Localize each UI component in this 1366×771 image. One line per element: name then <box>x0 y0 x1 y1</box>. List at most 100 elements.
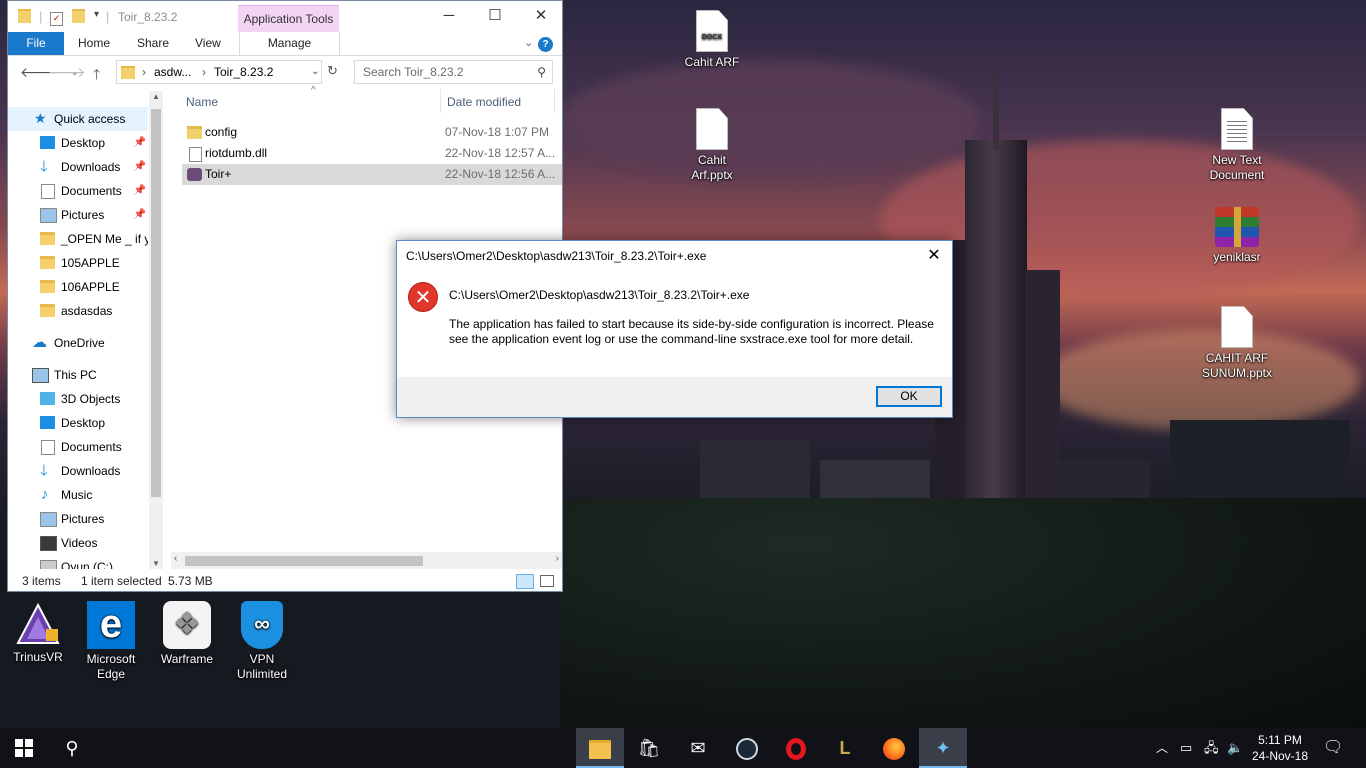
desktop-icon-cahit-arf-pptx[interactable]: Cahit Arf.pptx <box>674 108 750 183</box>
taskbar-toir[interactable]: ✦ <box>919 728 967 768</box>
pin-icon[interactable]: 📌 <box>134 155 146 179</box>
address-dropdown-chevron-icon[interactable]: ⌄ <box>311 61 319 83</box>
nav-item-pc-desktop[interactable]: Desktop <box>8 411 148 435</box>
recent-locations-chevron-icon[interactable]: ⌄ <box>71 67 79 78</box>
taskbar-steam[interactable] <box>723 728 771 768</box>
nav-item-videos[interactable]: Videos <box>8 531 148 555</box>
clock-date: 24-Nov-18 <box>1251 749 1309 763</box>
desktop-icon-yeniklasr[interactable]: yeniklasr <box>1199 207 1275 265</box>
file-row-config[interactable]: config 07-Nov-18 1:07 PM <box>182 122 562 143</box>
search-icon: ⚲ <box>537 65 546 79</box>
tab-view[interactable]: View <box>187 32 229 55</box>
column-divider[interactable] <box>554 89 555 113</box>
maximize-button[interactable]: ☐ <box>472 1 518 32</box>
pin-icon[interactable]: 📌 <box>134 203 146 227</box>
forward-arrow-icon[interactable]: 🡒 <box>48 64 86 81</box>
pin-icon[interactable]: 📌 <box>134 131 146 155</box>
column-header-name[interactable]: Name <box>186 95 218 109</box>
start-button[interactable] <box>0 728 48 768</box>
docx-file-icon: DOCX <box>696 10 728 52</box>
nav-item-pc-downloads[interactable]: 🡓 Downloads <box>8 459 148 483</box>
nav-item-onedrive[interactable]: ☁ OneDrive <box>8 331 148 355</box>
nav-item-asdasdas[interactable]: asdasdas <box>8 299 148 323</box>
desktop-icon-cahit-arf-sunum[interactable]: CAHIT ARF SUNUM.pptx <box>1199 306 1275 381</box>
large-icons-view-icon[interactable] <box>540 575 554 587</box>
system-clock[interactable]: 5:11 PM 24-Nov-18 <box>1245 732 1315 764</box>
nav-pane-scrollbar[interactable]: ▲ ▼ <box>149 91 163 569</box>
nav-item-desktop[interactable]: Desktop 📌 <box>8 131 148 155</box>
nav-item-105apple[interactable]: 105APPLE <box>8 251 148 275</box>
network-icon[interactable]: 🖧 <box>1204 728 1219 768</box>
nav-item-open-me-folder[interactable]: _OPEN Me _ if yo <box>8 227 148 251</box>
up-arrow-icon[interactable]: 🡑 <box>93 64 100 88</box>
breadcrumb-item[interactable]: asdw... <box>154 61 191 83</box>
tab-manage[interactable]: Manage <box>239 32 340 55</box>
scroll-right-icon[interactable]: › <box>556 553 559 564</box>
ok-button[interactable]: OK <box>876 386 942 407</box>
tab-share[interactable]: Share <box>129 32 177 55</box>
desktop-icon-label: Warframe <box>160 652 214 666</box>
folder-icon <box>40 304 55 317</box>
taskbar-firefox[interactable] <box>870 728 918 768</box>
desktop-icon-microsoft-edge[interactable]: e Microsoft Edge <box>73 601 149 682</box>
nav-item-documents[interactable]: Documents 📌 <box>8 179 148 203</box>
taskbar-file-explorer[interactable] <box>576 728 624 768</box>
desktop-icon-label: Microsoft <box>86 652 136 666</box>
dialog-close-button[interactable]: ✕ <box>922 244 946 268</box>
desktop-icon <box>40 136 55 149</box>
nav-item-quick-access[interactable]: ★ Quick access <box>8 107 148 131</box>
new-folder-icon[interactable] <box>72 9 85 26</box>
help-icon[interactable]: ? <box>538 32 553 55</box>
desktop-icon-new-text-document[interactable]: New Text Document <box>1199 108 1275 183</box>
taskbar-store[interactable]: 🛍 <box>625 728 673 768</box>
taskbar-mail[interactable]: ✉ <box>674 728 722 768</box>
show-hidden-icons-chevron-icon[interactable]: ︿ <box>1156 728 1168 768</box>
tab-file[interactable]: File <box>8 32 64 55</box>
nav-item-music[interactable]: ♪ Music <box>8 483 148 507</box>
desktop-icon-trinusvr[interactable]: TrinusVR <box>0 602 76 665</box>
search-button[interactable]: ⚲ <box>48 728 96 768</box>
nav-item-this-pc[interactable]: This PC <box>8 363 148 387</box>
details-view-icon[interactable] <box>516 574 534 589</box>
nav-item-downloads[interactable]: 🡓 Downloads 📌 <box>8 155 148 179</box>
tab-home[interactable]: Home <box>70 32 118 55</box>
scroll-down-icon[interactable]: ▼ <box>152 559 160 568</box>
nav-item-3d-objects[interactable]: 3D Objects <box>8 387 148 411</box>
file-row-toir-exe[interactable]: Toir+ 22-Nov-18 12:56 A... <box>182 164 562 185</box>
nav-item-drive-c[interactable]: Oyun (C:) <box>8 555 148 569</box>
volume-icon[interactable]: 🔈 <box>1227 728 1243 768</box>
properties-icon[interactable]: ✓ <box>50 9 63 26</box>
action-center-icon[interactable]: 🗨 <box>1323 728 1343 768</box>
title-bar[interactable]: | ✓ ▾ | Toir_8.23.2 Application Tools ─ … <box>8 1 564 33</box>
breadcrumb-item[interactable]: Toir_8.23.2 <box>214 61 273 83</box>
quick-access-dropdown-icon[interactable]: ▾ <box>94 9 99 20</box>
column-header-date-modified[interactable]: Date modified <box>447 95 521 109</box>
close-button[interactable]: ✕ <box>518 1 564 32</box>
column-divider[interactable] <box>440 89 441 113</box>
desktop-icon-label: Arf.pptx <box>691 168 733 182</box>
scrollbar-thumb[interactable] <box>151 109 161 497</box>
pin-icon[interactable]: 📌 <box>134 179 146 203</box>
file-list-horizontal-scrollbar[interactable]: ‹ › <box>171 552 562 569</box>
search-input[interactable]: Search Toir_8.23.2 ⚲ <box>354 60 553 84</box>
refresh-icon[interactable]: ↻ <box>327 63 338 79</box>
minimize-button[interactable]: ─ <box>426 1 472 32</box>
taskbar-opera[interactable] <box>772 728 820 768</box>
desktop-icon-vpn-unlimited[interactable]: ∞ VPN Unlimited <box>224 601 300 682</box>
battery-icon[interactable]: ▭ <box>1180 728 1192 768</box>
nav-item-106apple[interactable]: 106APPLE <box>8 275 148 299</box>
address-bar[interactable]: › asdw... › Toir_8.23.2 ⌄ <box>116 60 322 84</box>
scroll-left-icon[interactable]: ‹ <box>174 553 177 564</box>
desktop-icon-warframe[interactable]: ❖ Warframe <box>149 601 225 667</box>
folder-icon <box>121 66 135 79</box>
nav-item-pc-documents[interactable]: Documents <box>8 435 148 459</box>
file-row-riotdumb-dll[interactable]: riotdumb.dll 22-Nov-18 12:57 A... <box>182 143 562 164</box>
desktop-icon-cahit-arf-docx[interactable]: DOCX Cahit ARF <box>674 10 750 70</box>
mail-icon: ✉ <box>690 738 706 758</box>
taskbar-league-of-legends[interactable]: L <box>821 728 869 768</box>
desktop-icon-label: Unlimited <box>236 667 287 681</box>
nav-item-pictures[interactable]: Pictures 📌 <box>8 203 148 227</box>
scroll-up-icon[interactable]: ▲ <box>152 92 160 101</box>
scrollbar-thumb[interactable] <box>185 556 423 566</box>
nav-item-pc-pictures[interactable]: Pictures <box>8 507 148 531</box>
